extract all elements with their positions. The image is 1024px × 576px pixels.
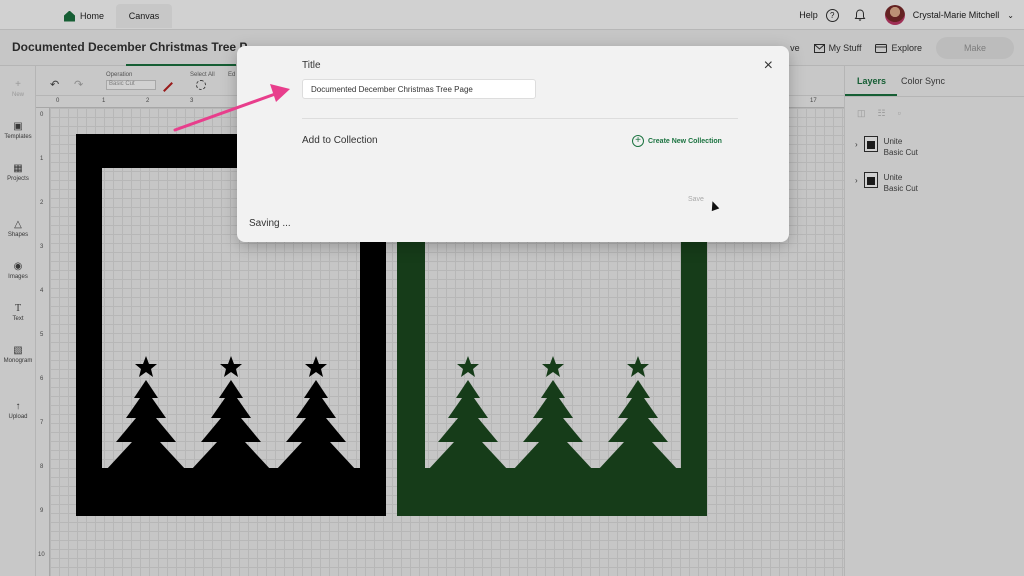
title-label: Title [302, 60, 321, 71]
save-dialog: Title × Add to Collection + Create New C… [237, 46, 789, 242]
dialog-divider [302, 118, 738, 119]
saving-status: Saving ... [249, 218, 291, 229]
title-input[interactable] [302, 79, 536, 99]
cursor-icon [708, 199, 720, 212]
create-collection-button[interactable]: + Create New Collection [632, 135, 722, 147]
plus-circle-icon: + [632, 135, 644, 147]
collection-label: Add to Collection [302, 135, 378, 146]
close-icon[interactable]: × [764, 58, 773, 74]
save-button[interactable]: Save [688, 196, 704, 203]
create-collection-label: Create New Collection [648, 137, 722, 145]
